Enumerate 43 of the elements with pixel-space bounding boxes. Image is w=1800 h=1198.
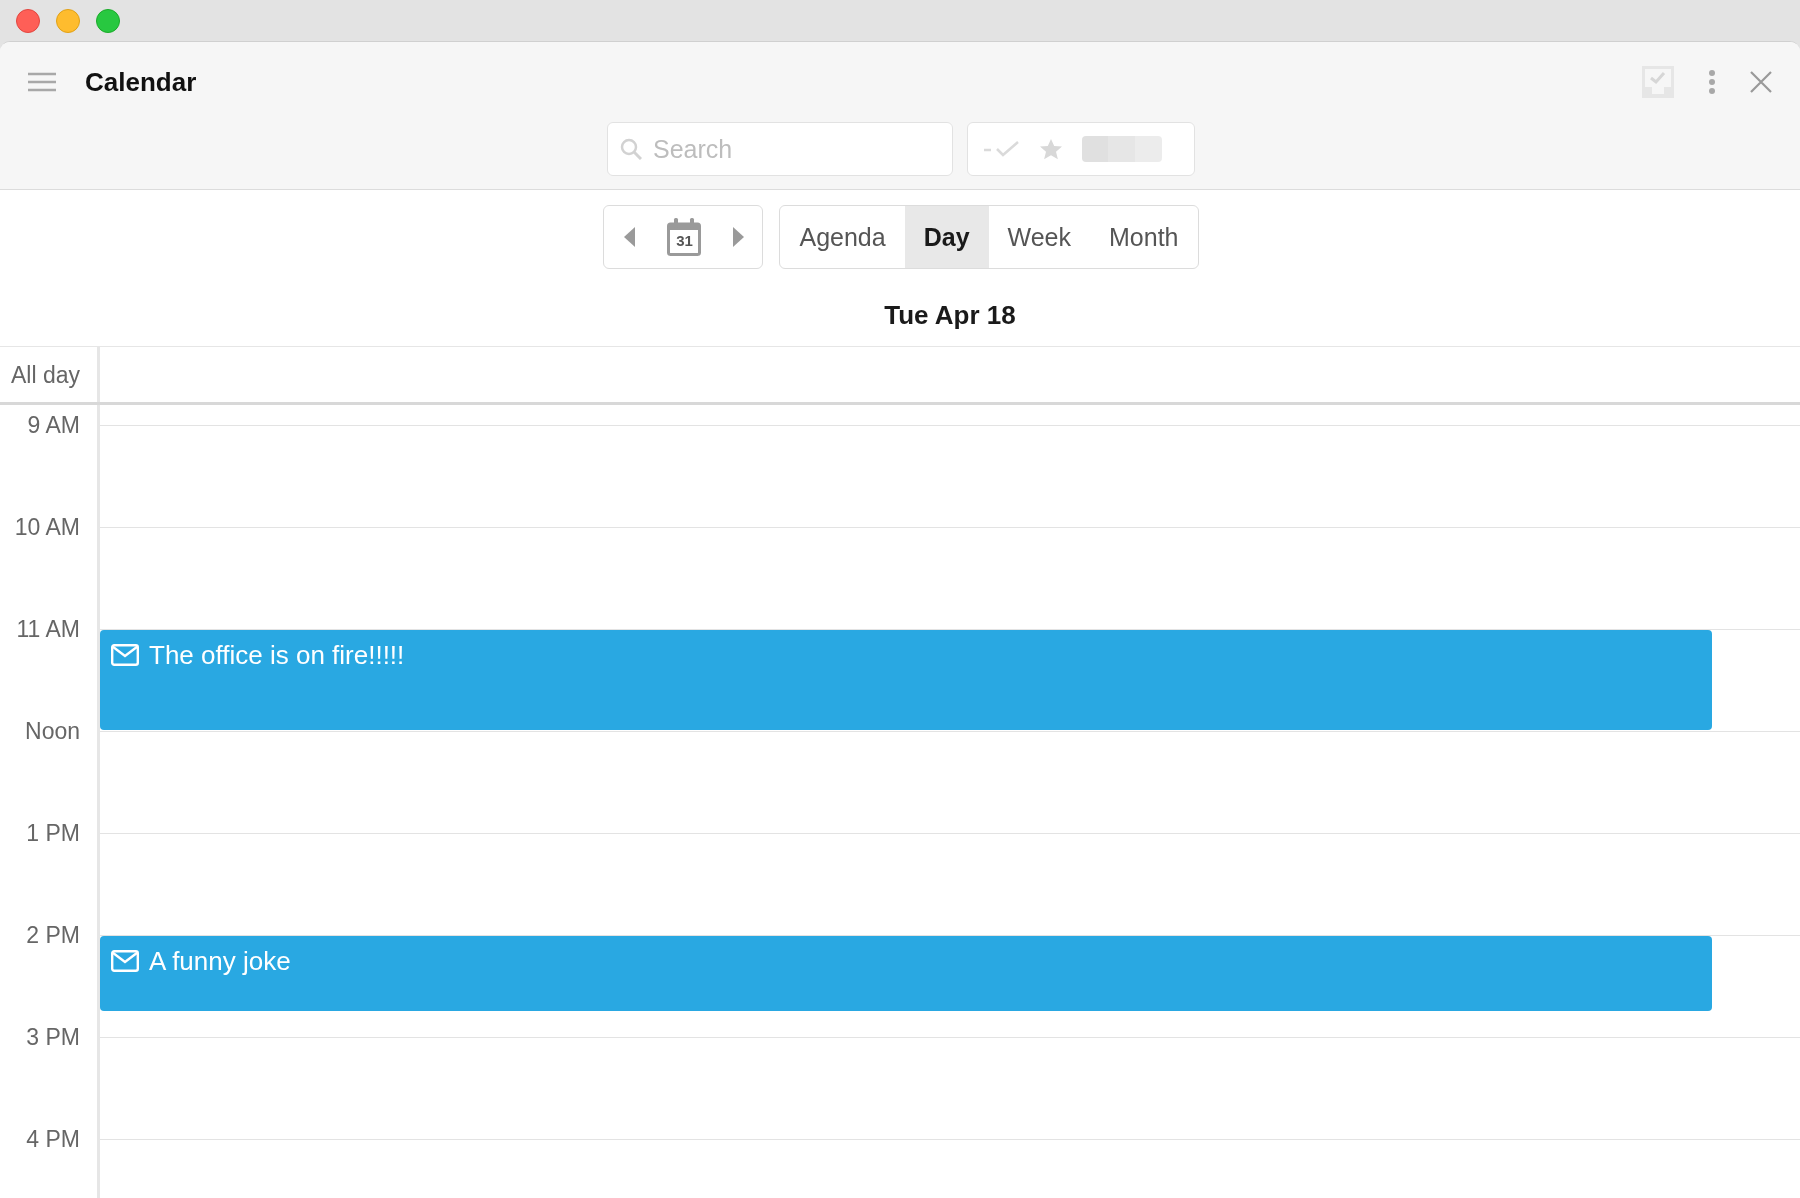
view-tab[interactable]: Month bbox=[1090, 206, 1198, 268]
hour-label: 1 PM bbox=[26, 819, 81, 847]
more-options-button[interactable] bbox=[1708, 69, 1716, 95]
left-triangle-icon bbox=[624, 227, 636, 247]
zoom-window-button[interactable] bbox=[96, 8, 120, 33]
today-button[interactable]: 31 bbox=[667, 218, 702, 256]
hour-label: 3 PM bbox=[26, 1023, 81, 1051]
search-icon bbox=[620, 138, 642, 160]
close-button[interactable] bbox=[1750, 71, 1772, 93]
hour-label: 9 AM bbox=[27, 411, 81, 439]
menu-button[interactable] bbox=[28, 72, 56, 92]
close-icon bbox=[1750, 71, 1772, 93]
star-icon bbox=[1040, 138, 1062, 160]
dash-check-icon bbox=[984, 140, 1020, 158]
starred-filter-button[interactable] bbox=[1040, 138, 1062, 160]
previous-day-button[interactable] bbox=[624, 227, 636, 247]
search-field[interactable]: Search bbox=[607, 122, 953, 176]
view-tab[interactable]: Day bbox=[904, 206, 989, 268]
hour-label: 11 AM bbox=[16, 615, 81, 643]
envelope-icon bbox=[111, 950, 139, 972]
minimize-window-button[interactable] bbox=[56, 8, 80, 33]
checkbox-tray-icon bbox=[1642, 66, 1674, 98]
next-day-button[interactable] bbox=[733, 227, 745, 247]
close-window-button[interactable] bbox=[16, 8, 40, 33]
date-heading: Tue Apr 18 bbox=[883, 299, 1017, 332]
hour-label: 10 AM bbox=[14, 513, 81, 541]
hour-label: 2 PM bbox=[26, 921, 81, 949]
hour-label: 4 PM bbox=[26, 1125, 81, 1153]
hour-label: Noon bbox=[25, 717, 81, 745]
done-filter-button[interactable] bbox=[984, 140, 1020, 158]
kebab-menu-icon bbox=[1708, 69, 1716, 95]
right-triangle-icon bbox=[733, 227, 745, 247]
menu-icon bbox=[28, 72, 56, 92]
event-title: The office is on fire!!!!! bbox=[149, 641, 405, 669]
view-tab[interactable]: Week bbox=[988, 206, 1090, 268]
task-tray-button[interactable] bbox=[1642, 66, 1674, 98]
all-day-label: All day bbox=[10, 360, 81, 389]
window-title: Calendar bbox=[85, 66, 197, 98]
filter-toggle[interactable] bbox=[1082, 136, 1162, 162]
calendar-icon bbox=[667, 218, 702, 256]
view-tab[interactable]: Agenda bbox=[780, 206, 905, 268]
event-title: A funny joke bbox=[149, 947, 291, 975]
envelope-icon bbox=[111, 644, 139, 666]
